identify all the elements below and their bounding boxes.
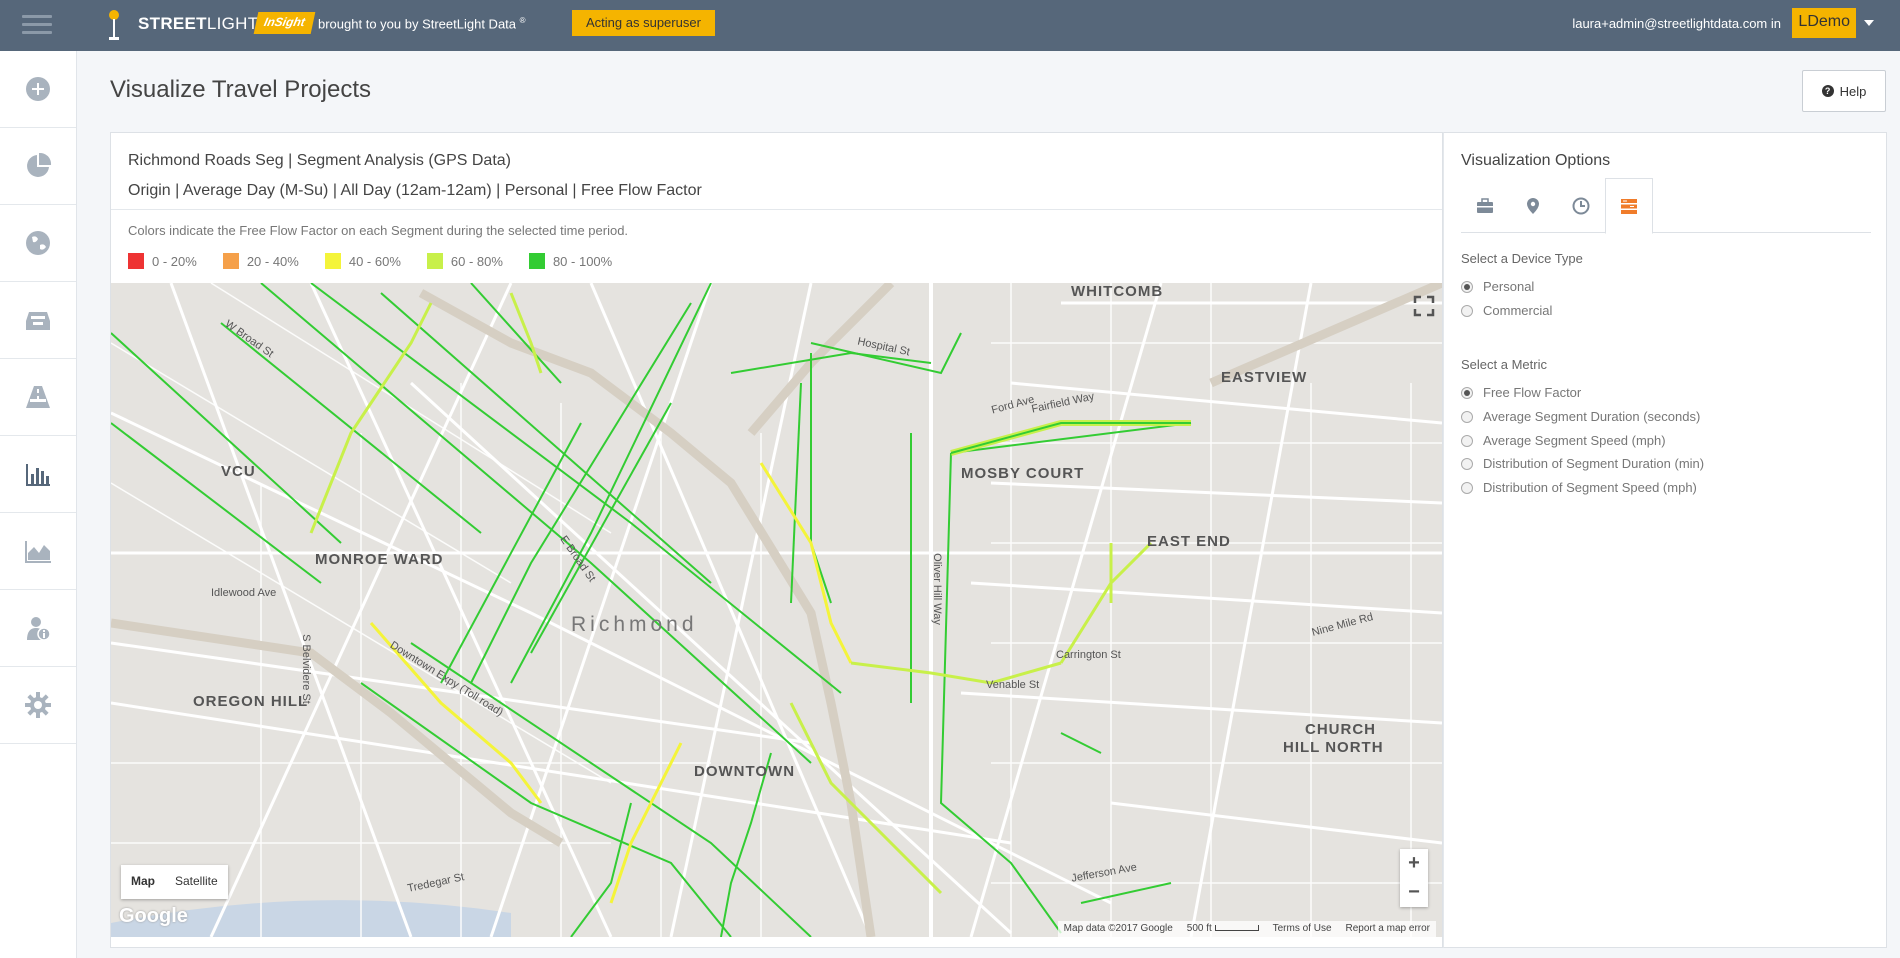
zoom-control: + − (1400, 849, 1428, 907)
project-subtitle: Origin | Average Day (M-Su) | All Day (1… (128, 182, 702, 199)
legend-swatch (222, 253, 239, 269)
map-type-control: Map Satellite (121, 865, 228, 899)
layers-icon (1621, 199, 1637, 214)
radio-metric-dist-duration[interactable]: Distribution of Segment Duration (min) (1461, 456, 1704, 471)
legend-description: Colors indicate the Free Flow Factor on … (128, 223, 629, 238)
divider (111, 209, 1442, 210)
radio-button[interactable] (1461, 457, 1473, 470)
radio-device-personal[interactable]: Personal (1461, 279, 1534, 294)
radio-metric-free-flow[interactable]: Free Flow Factor (1461, 385, 1581, 400)
plus-circle-icon (26, 77, 50, 101)
map-canvas[interactable]: WHITCOMB EASTVIEW VCU MOSBY COURT EAST E… (111, 283, 1442, 937)
legend-item: 80 - 100% (528, 253, 612, 269)
google-logo: Google (119, 905, 188, 927)
briefcase-icon (1477, 198, 1493, 213)
bar-chart-icon (26, 464, 50, 486)
pie-chart-icon (27, 152, 52, 177)
legend-item: 40 - 60% (324, 253, 401, 269)
options-tabs (1461, 178, 1871, 234)
hamburger-menu-icon[interactable] (20, 10, 54, 40)
top-bar: STREETLIGHT InSight brought to you by St… (0, 0, 1900, 51)
report-error-link[interactable]: Report a map error (1346, 923, 1430, 935)
sidebar-item-settings[interactable] (0, 667, 76, 744)
device-type-label: Select a Device Type (1461, 251, 1583, 266)
legend-swatch (324, 253, 341, 269)
map-type-map-button[interactable]: Map (121, 865, 165, 899)
map-attribution: Map data ©2017 Google 500 ft Terms of Us… (1057, 921, 1436, 937)
radio-button[interactable] (1461, 410, 1473, 423)
radio-button[interactable] (1461, 386, 1473, 399)
sidebar-item-zones[interactable] (0, 205, 76, 282)
map-scale: 500 ft (1187, 923, 1259, 935)
color-legend: 0 - 20% 20 - 40% 40 - 60% 60 - 80% 80 - … (128, 253, 612, 269)
page-title: Visualize Travel Projects (110, 76, 371, 103)
clock-icon (1572, 197, 1590, 215)
legend-item: 20 - 40% (222, 253, 299, 269)
tab-zones[interactable] (1509, 178, 1557, 234)
sidebar (0, 51, 77, 958)
sidebar-item-projects[interactable] (0, 282, 76, 359)
map-roads (111, 283, 1442, 937)
legend-item: 60 - 80% (426, 253, 503, 269)
gear-icon (25, 692, 51, 718)
sidebar-item-dashboard[interactable] (0, 128, 76, 205)
radio-button[interactable] (1461, 481, 1473, 494)
project-panel: Richmond Roads Seg | Segment Analysis (G… (110, 132, 1443, 948)
road-icon (26, 386, 50, 408)
tab-project-info[interactable] (1461, 178, 1509, 234)
globe-icon (26, 231, 50, 255)
sidebar-item-create[interactable] (0, 51, 76, 128)
scale-bar (1214, 925, 1259, 932)
legend-swatch (528, 253, 545, 269)
panel-title: Visualization Options (1461, 152, 1611, 169)
sidebar-item-visualize[interactable] (0, 436, 76, 513)
radio-metric-avg-speed[interactable]: Average Segment Speed (mph) (1461, 433, 1666, 448)
inbox-icon (26, 312, 50, 330)
radio-metric-dist-speed[interactable]: Distribution of Segment Speed (mph) (1461, 480, 1697, 495)
sidebar-item-segments[interactable] (0, 359, 76, 436)
help-button[interactable]: ? Help (1802, 70, 1886, 112)
zoom-out-button[interactable]: − (1400, 878, 1428, 907)
radio-button[interactable] (1461, 280, 1473, 293)
caret-down-icon[interactable] (1864, 20, 1874, 26)
map-marker-icon (1527, 198, 1539, 214)
tab-layers[interactable] (1605, 178, 1653, 234)
org-selector[interactable]: LDemo (1792, 8, 1856, 38)
map-data-credit: Map data ©2017 Google (1063, 923, 1173, 934)
sidebar-item-account[interactable] (0, 590, 76, 667)
sidebar-item-analytics[interactable] (0, 513, 76, 590)
brand-name[interactable]: STREETLIGHT (138, 14, 258, 34)
brought-by-text: brought to you by StreetLight Data ® (318, 16, 526, 32)
legend-swatch (426, 253, 443, 269)
legend-item: 0 - 20% (128, 253, 197, 269)
user-email: laura+admin@streetlightdata.com in (1572, 16, 1781, 31)
help-label: Help (1839, 83, 1867, 99)
radio-button[interactable] (1461, 304, 1473, 317)
area-chart-icon (25, 541, 51, 563)
radio-device-commercial[interactable]: Commercial (1461, 303, 1552, 318)
superuser-badge: Acting as superuser (572, 10, 715, 36)
visualization-options-panel: Visualization Options Select a Device Ty… (1443, 132, 1887, 948)
radio-button[interactable] (1461, 434, 1473, 447)
legend-swatch (128, 253, 144, 269)
metric-label: Select a Metric (1461, 357, 1547, 372)
tab-time[interactable] (1557, 178, 1605, 234)
map-type-satellite-button[interactable]: Satellite (165, 865, 228, 899)
project-title: Richmond Roads Seg | Segment Analysis (G… (128, 152, 511, 169)
insight-badge: InSight (253, 12, 316, 34)
zoom-in-button[interactable]: + (1400, 849, 1428, 878)
user-info-icon (27, 617, 51, 641)
streetlight-logo-icon (109, 10, 119, 40)
fullscreen-icon[interactable] (1411, 293, 1437, 319)
terms-link[interactable]: Terms of Use (1273, 923, 1332, 935)
question-circle-icon: ? (1821, 85, 1834, 97)
radio-metric-avg-duration[interactable]: Average Segment Duration (seconds) (1461, 409, 1700, 424)
